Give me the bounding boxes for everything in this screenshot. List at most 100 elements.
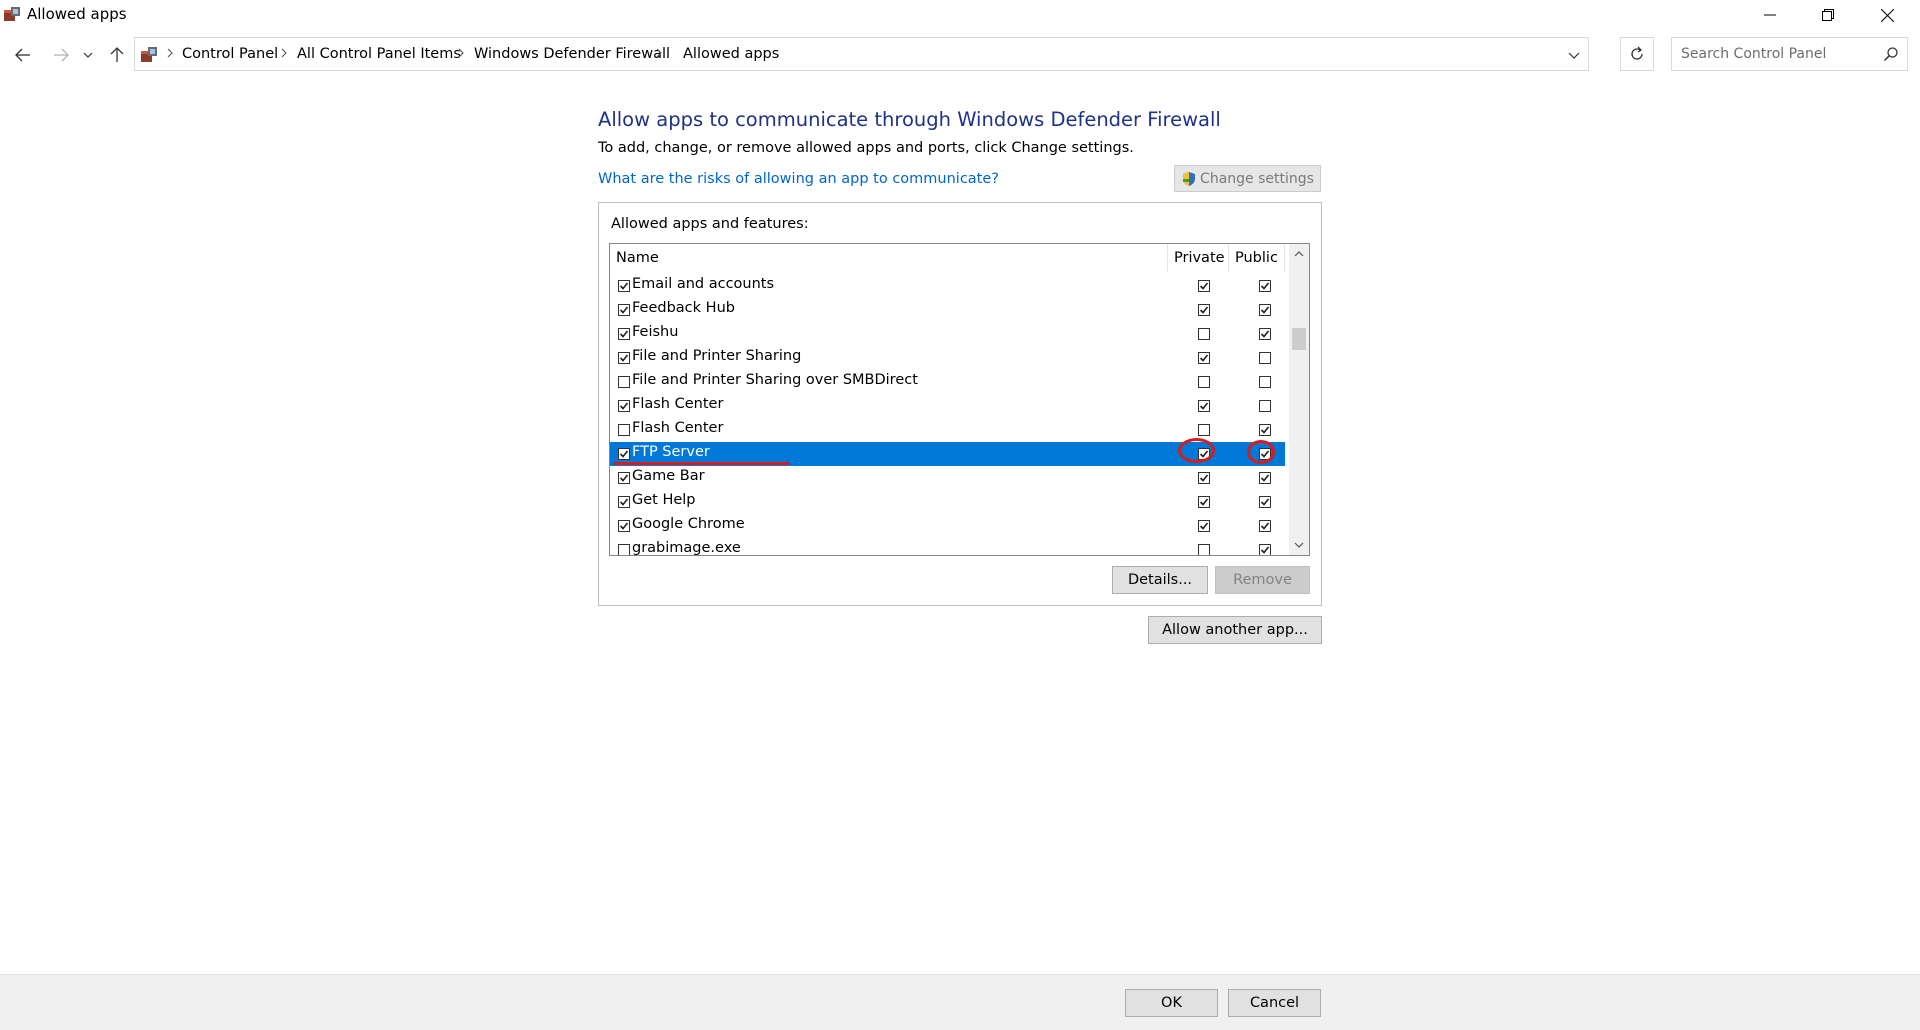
checkmark-icon [1260, 498, 1270, 506]
remove-button[interactable]: Remove [1215, 566, 1310, 594]
table-row[interactable]: Email and accounts [610, 274, 1285, 298]
private-checkbox[interactable] [1198, 424, 1210, 436]
app-enabled-checkbox[interactable] [618, 472, 630, 484]
checkmark-icon [1199, 282, 1209, 290]
scroll-down-button[interactable] [1289, 535, 1309, 555]
public-checkbox[interactable] [1259, 328, 1271, 340]
app-enabled-checkbox[interactable] [618, 352, 630, 364]
app-enabled-checkbox[interactable] [618, 328, 630, 340]
public-checkbox[interactable] [1259, 280, 1271, 292]
search-placeholder: Search Control Panel [1681, 46, 1827, 62]
minimize-icon [1764, 14, 1776, 16]
public-checkbox[interactable] [1259, 352, 1271, 364]
app-enabled-checkbox[interactable] [618, 520, 630, 532]
minimize-button[interactable] [1741, 0, 1799, 30]
chevron-down-icon[interactable] [1565, 46, 1583, 64]
breadcrumb-allowed-apps[interactable]: Allowed apps [683, 46, 779, 62]
breadcrumb-firewall[interactable]: Windows Defender Firewall [474, 46, 670, 62]
firewall-app-icon [4, 7, 20, 21]
address-bar[interactable]: Control Panel All Control Panel Items Wi… [134, 37, 1589, 71]
back-button[interactable] [12, 44, 34, 66]
private-checkbox[interactable] [1198, 376, 1210, 388]
cancel-button[interactable]: Cancel [1228, 989, 1321, 1017]
refresh-icon [1631, 46, 1643, 60]
breadcrumb-all-items[interactable]: All Control Panel Items [297, 46, 461, 62]
recent-locations-button[interactable] [81, 44, 95, 66]
restore-button[interactable] [1799, 0, 1857, 30]
checkmark-icon [1199, 306, 1209, 314]
app-enabled-checkbox[interactable] [618, 400, 630, 412]
forward-button[interactable] [50, 44, 72, 66]
private-checkbox[interactable] [1198, 400, 1210, 412]
search-box[interactable]: Search Control Panel [1671, 37, 1908, 71]
public-checkbox[interactable] [1259, 496, 1271, 508]
public-checkbox[interactable] [1259, 304, 1271, 316]
window-title: Allowed apps [27, 5, 127, 23]
app-enabled-checkbox[interactable] [618, 424, 630, 436]
private-checkbox[interactable] [1198, 352, 1210, 364]
app-enabled-checkbox[interactable] [618, 448, 630, 460]
public-checkbox[interactable] [1259, 520, 1271, 532]
private-checkbox[interactable] [1198, 496, 1210, 508]
app-enabled-checkbox[interactable] [618, 376, 630, 388]
details-button[interactable]: Details... [1112, 566, 1208, 594]
checkmark-icon [1199, 522, 1209, 530]
column-header-private[interactable]: Private [1168, 244, 1229, 272]
app-name: grabimage.exe [632, 540, 741, 556]
arrow-left-icon [15, 48, 30, 62]
checkmark-icon [1260, 306, 1270, 314]
table-row[interactable]: Game Bar [610, 466, 1285, 490]
table-row[interactable]: Feedback Hub [610, 298, 1285, 322]
vertical-scrollbar[interactable] [1289, 244, 1309, 555]
private-checkbox[interactable] [1198, 328, 1210, 340]
checkmark-icon [1260, 282, 1270, 290]
checkmark-icon [619, 282, 629, 290]
title-bar: Allowed apps [0, 0, 1920, 30]
app-name: Flash Center [632, 396, 724, 412]
table-row[interactable]: Flash Center [610, 418, 1285, 442]
table-row[interactable]: Get Help [610, 490, 1285, 514]
table-row[interactable]: grabimage.exe [610, 538, 1285, 556]
scroll-up-button[interactable] [1289, 244, 1309, 264]
refresh-button[interactable] [1620, 37, 1654, 71]
risks-link[interactable]: What are the risks of allowing an app to… [598, 171, 999, 187]
public-checkbox[interactable] [1259, 376, 1271, 388]
public-checkbox[interactable] [1259, 544, 1271, 555]
checkmark-icon [619, 498, 629, 506]
annotation-underline [613, 462, 790, 465]
app-enabled-checkbox[interactable] [618, 496, 630, 508]
private-checkbox[interactable] [1198, 304, 1210, 316]
public-checkbox[interactable] [1259, 400, 1271, 412]
table-row[interactable]: File and Printer Sharing [610, 346, 1285, 370]
private-checkbox[interactable] [1198, 472, 1210, 484]
checkmark-icon [1199, 498, 1209, 506]
private-checkbox[interactable] [1198, 280, 1210, 292]
table-row[interactable]: Flash Center [610, 394, 1285, 418]
allow-another-app-button[interactable]: Allow another app... [1148, 616, 1322, 644]
scrollbar-thumb[interactable] [1292, 328, 1306, 350]
private-checkbox[interactable] [1198, 520, 1210, 532]
allowed-apps-label: Allowed apps and features: [611, 216, 809, 232]
table-row[interactable]: File and Printer Sharing over SMBDirect [610, 370, 1285, 394]
column-header-name[interactable]: Name [610, 244, 1168, 272]
breadcrumb-control-panel[interactable]: Control Panel [182, 46, 278, 62]
close-button[interactable] [1858, 0, 1916, 30]
search-icon[interactable] [1883, 46, 1899, 62]
app-name: FTP Server [632, 444, 710, 460]
navigation-bar: Control Panel All Control Panel Items Wi… [0, 36, 1920, 72]
app-enabled-checkbox[interactable] [618, 544, 630, 555]
column-header-public[interactable]: Public [1229, 244, 1285, 272]
table-row[interactable]: Feishu [610, 322, 1285, 346]
table-row[interactable]: Google Chrome [610, 514, 1285, 538]
app-enabled-checkbox[interactable] [618, 304, 630, 316]
app-enabled-checkbox[interactable] [618, 280, 630, 292]
allowed-apps-list[interactable]: Name Private Public Email and accounts Fe… [609, 243, 1310, 556]
chevron-down-icon [1294, 542, 1304, 548]
ok-button[interactable]: OK [1125, 989, 1218, 1017]
public-checkbox[interactable] [1259, 472, 1271, 484]
public-checkbox[interactable] [1259, 424, 1271, 436]
up-button[interactable] [106, 44, 128, 66]
change-settings-label: Change settings [1200, 170, 1314, 187]
change-settings-button[interactable]: Change settings [1174, 165, 1321, 192]
private-checkbox[interactable] [1198, 544, 1210, 555]
